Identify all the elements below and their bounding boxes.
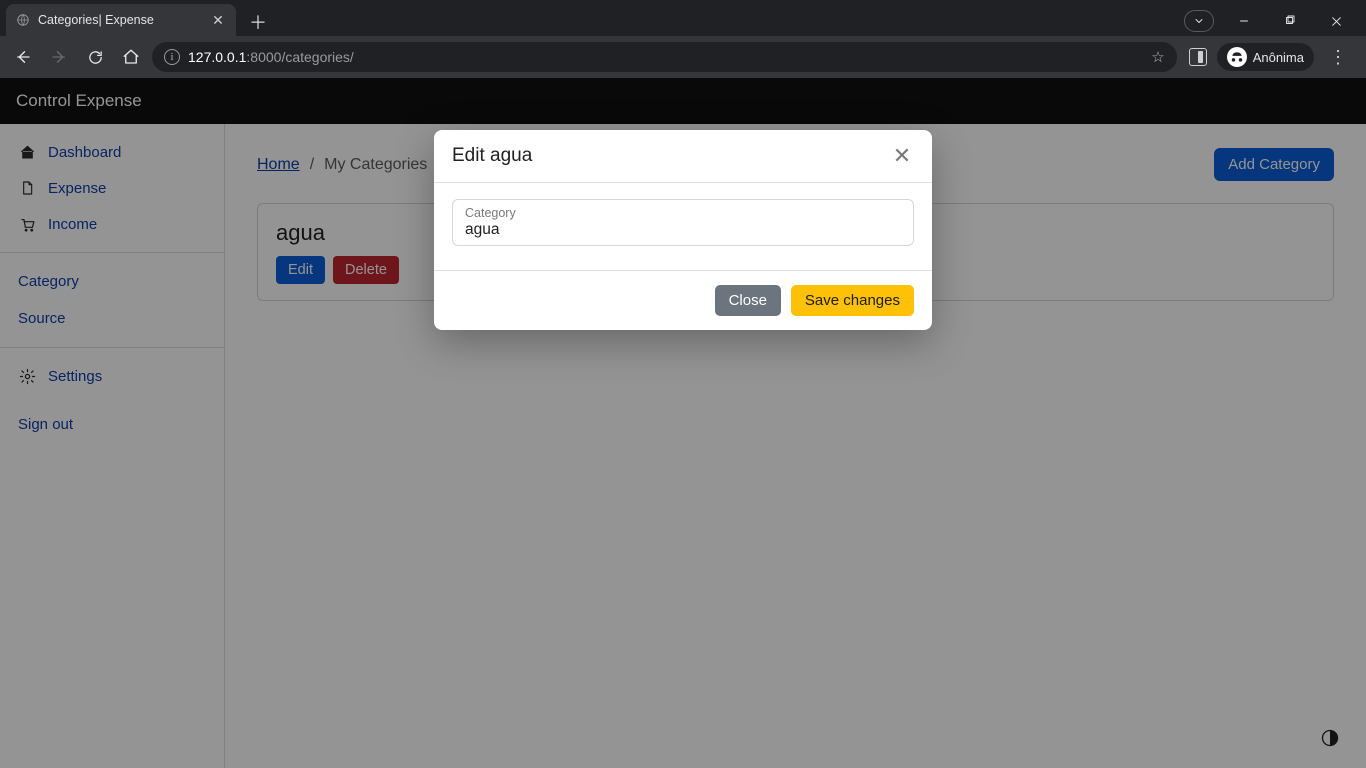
site-info-icon[interactable]: i <box>164 49 180 65</box>
category-input-label: Category <box>465 206 901 220</box>
nav-home-button[interactable] <box>116 42 146 72</box>
incognito-badge[interactable]: Anônima <box>1217 43 1314 71</box>
window-controls <box>1184 6 1366 36</box>
modal-title: Edit agua <box>452 145 532 167</box>
chevron-down-icon <box>1193 15 1205 27</box>
nav-reload-button[interactable] <box>80 42 110 72</box>
browser-toolbar: i 127.0.0.1:8000/categories/ ☆ Anônima ⋮ <box>0 36 1366 78</box>
window-close-button[interactable] <box>1314 6 1358 36</box>
arrow-right-icon <box>50 48 68 66</box>
url-port: :8000 <box>246 49 281 65</box>
toolbar-right-cluster: Anônima ⋮ <box>1183 43 1358 71</box>
nav-forward-button <box>44 42 74 72</box>
tab-strip: Categories| Expense ✕ ＋ <box>0 0 1366 36</box>
tab-title: Categories| Expense <box>38 13 202 27</box>
nav-back-button[interactable] <box>8 42 38 72</box>
modal-wrapper: Edit agua ✕ Category agua Close Save cha… <box>0 78 1366 768</box>
incognito-label: Anônima <box>1253 50 1304 65</box>
modal-footer: Close Save changes <box>434 270 932 330</box>
home-outline-icon <box>122 48 140 66</box>
url-host: 127.0.0.1 <box>188 49 246 65</box>
window-minimize-button[interactable] <box>1222 6 1266 36</box>
browser-chrome: Categories| Expense ✕ ＋ <box>0 0 1366 78</box>
category-input-wrapper[interactable]: Category agua <box>452 199 914 246</box>
close-icon <box>1330 15 1343 28</box>
browser-tab[interactable]: Categories| Expense ✕ <box>6 4 236 36</box>
modal-save-button[interactable]: Save changes <box>791 285 914 316</box>
tab-search-button[interactable] <box>1184 10 1214 32</box>
modal-body: Category agua <box>434 183 932 270</box>
edit-category-modal: Edit agua ✕ Category agua Close Save cha… <box>434 130 932 330</box>
url-text: 127.0.0.1:8000/categories/ <box>188 49 354 65</box>
arrow-left-icon <box>14 48 32 66</box>
tab-close-icon[interactable]: ✕ <box>210 12 226 28</box>
new-tab-button[interactable]: ＋ <box>244 8 272 36</box>
maximize-icon <box>1284 15 1296 27</box>
reload-icon <box>87 49 104 66</box>
globe-icon <box>16 13 30 27</box>
url-path: /categories/ <box>281 49 353 65</box>
modal-close-button[interactable]: Close <box>715 285 781 316</box>
side-panel-icon[interactable] <box>1189 48 1207 66</box>
app-viewport: Control Expense Dashboard Ex <box>0 78 1366 768</box>
address-bar[interactable]: i 127.0.0.1:8000/categories/ ☆ <box>152 42 1177 72</box>
minimize-icon <box>1238 15 1250 27</box>
browser-menu-button[interactable]: ⋮ <box>1324 47 1352 68</box>
incognito-icon <box>1227 47 1247 67</box>
modal-close-icon[interactable]: ✕ <box>890 144 914 168</box>
category-input-value[interactable]: agua <box>465 220 901 239</box>
bookmark-star-icon[interactable]: ☆ <box>1151 48 1164 66</box>
window-maximize-button[interactable] <box>1268 6 1312 36</box>
modal-header: Edit agua ✕ <box>434 130 932 183</box>
